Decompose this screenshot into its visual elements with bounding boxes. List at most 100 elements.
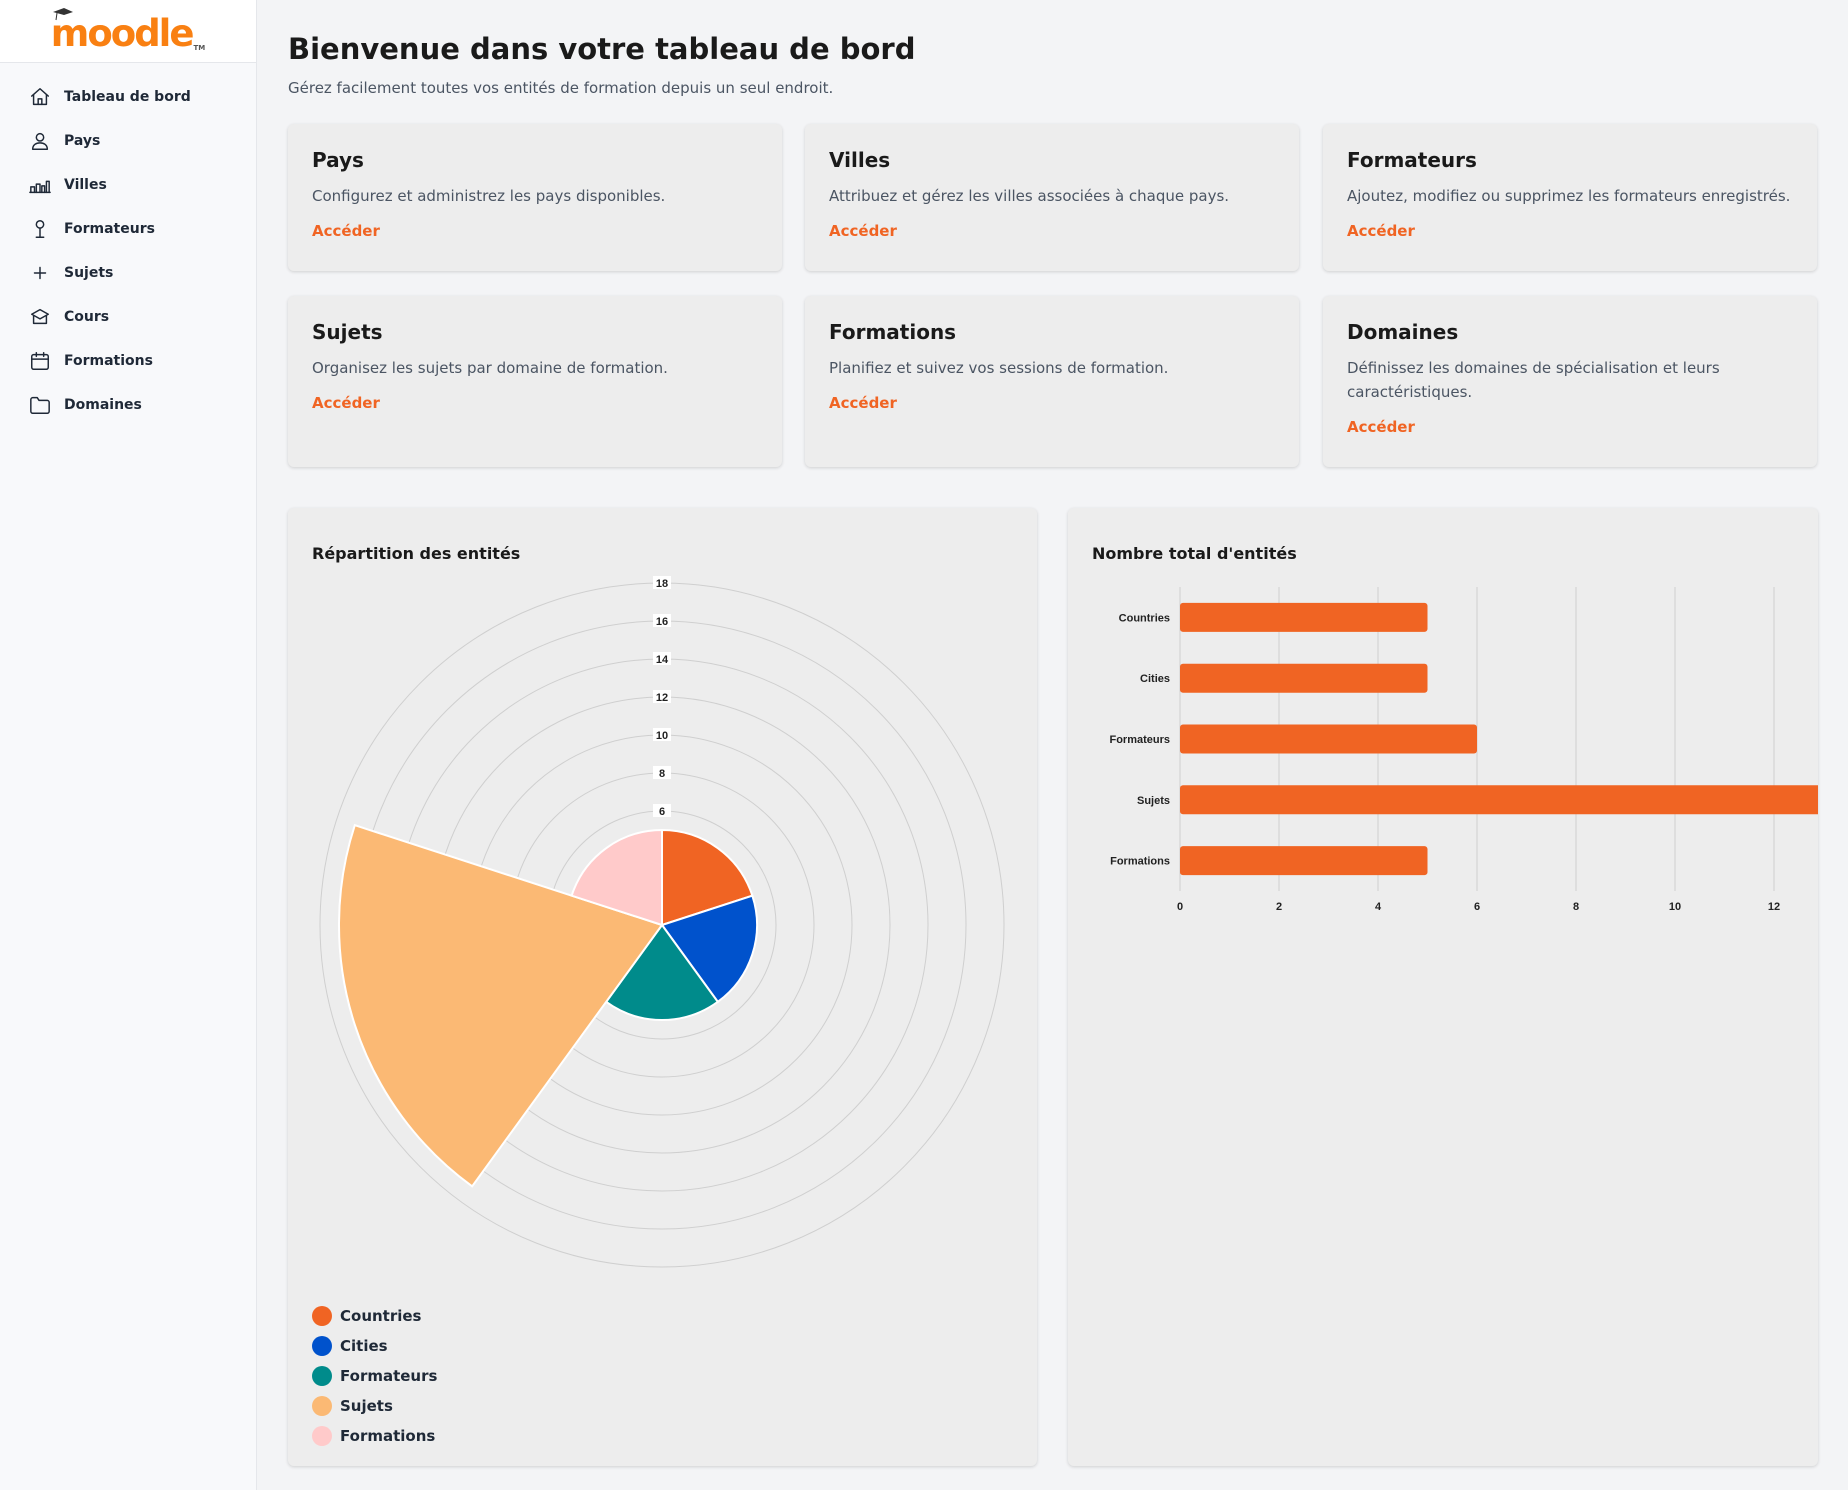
plus-icon — [28, 261, 52, 285]
legend-label: Formateurs — [340, 1367, 438, 1385]
card-title: Pays — [312, 148, 364, 172]
legend-item-formations[interactable]: Formations — [312, 1421, 437, 1451]
sidebar-item-villes[interactable]: Villes — [0, 163, 256, 207]
legend-label: Countries — [340, 1307, 422, 1325]
bar-y-category-label: Countries — [1119, 612, 1170, 624]
polar-tick-label: 6 — [659, 806, 665, 818]
card-domaines: Domaines Définissez les domaines de spéc… — [1323, 296, 1817, 467]
sidebar-item-sujets[interactable]: Sujets — [0, 251, 256, 295]
card-title: Villes — [829, 148, 891, 172]
calendar-icon — [28, 349, 52, 373]
sidebar-item-label: Cours — [64, 309, 110, 325]
legend-swatch — [312, 1396, 332, 1416]
bar-formateurs[interactable] — [1180, 724, 1477, 754]
polar-chart-panel: Répartition des entités 6 8 10 12 14 16 18 Cou… — [288, 508, 1037, 1466]
sidebar-item-label: Formations — [64, 353, 153, 369]
bar-chart-panel: Nombre total d'entités 024681012141618Co… — [1068, 508, 1818, 1466]
card-description: Organisez les sujets par domaine de form… — [312, 359, 668, 377]
logo-area: moodleTM — [0, 0, 256, 63]
sidebar-item-label: Formateurs — [64, 221, 155, 237]
bar-sujets[interactable] — [1180, 785, 1818, 815]
legend-item-formateurs[interactable]: Formateurs — [312, 1361, 437, 1391]
sidebar-item-label: Sujets — [64, 265, 114, 281]
sidebar-item-formations[interactable]: Formations — [0, 339, 256, 383]
sidebar-item-label: Tableau de bord — [64, 89, 191, 105]
page-title: Bienvenue dans votre tableau de bord — [288, 32, 916, 66]
card-formations: Formations Planifiez et suivez vos sessi… — [805, 296, 1299, 467]
legend-label: Cities — [340, 1337, 388, 1355]
card-description: Attribuez et gérez les villes associées … — [829, 187, 1230, 205]
folder-icon — [28, 393, 52, 417]
polar-tick-label: 12 — [656, 692, 668, 704]
user-icon — [28, 129, 52, 153]
sidebar-item-label: Pays — [64, 133, 101, 149]
bar-y-category-label: Formations — [1110, 856, 1170, 868]
horizontal-bar-chart: 024681012141618CountriesCitiesFormateurs… — [1109, 587, 1818, 913]
city-icon — [28, 173, 52, 197]
card-villes: Villes Attribuez et gérez les villes ass… — [805, 124, 1299, 271]
polar-tick-label: 10 — [656, 730, 668, 742]
card-description: Définissez les domaines de spécialisatio… — [1347, 359, 1720, 401]
moodle-logo[interactable]: moodleTM — [51, 7, 206, 52]
sidebar-item-domaines[interactable]: Domaines — [0, 383, 256, 427]
bar-x-tick-label: 10 — [1669, 901, 1681, 913]
bar-y-category-label: Sujets — [1137, 795, 1170, 807]
pin-icon — [28, 217, 52, 241]
card-title: Formateurs — [1347, 148, 1477, 172]
card-pays: Pays Configurez et administrez les pays … — [288, 124, 782, 271]
legend-swatch — [312, 1426, 332, 1446]
logo-tm: TM — [193, 43, 206, 52]
legend-swatch — [312, 1336, 332, 1356]
card-sujets: Sujets Organisez les sujets par domaine … — [288, 296, 782, 467]
sidebar-item-tableau-de-bord[interactable]: Tableau de bord — [0, 75, 256, 119]
card-description: Ajoutez, modifiez ou supprimez les forma… — [1347, 187, 1791, 205]
legend-item-countries[interactable]: Countries — [312, 1301, 437, 1331]
polar-chart-legend: Countries Cities Formateurs Sujets Formation… — [312, 1301, 437, 1451]
box-icon — [28, 305, 52, 329]
card-link-pays[interactable]: Accéder — [312, 222, 758, 240]
bar-x-tick-label: 0 — [1177, 901, 1183, 913]
legend-item-sujets[interactable]: Sujets — [312, 1391, 437, 1421]
sidebar: moodleTM Tableau de bord Pays Villes For… — [0, 0, 257, 1490]
sidebar-item-cours[interactable]: Cours — [0, 295, 256, 339]
card-link-domaines[interactable]: Accéder — [1347, 418, 1793, 436]
card-link-formations[interactable]: Accéder — [829, 394, 1275, 412]
bar-x-tick-label: 2 — [1276, 901, 1282, 913]
sidebar-item-label: Villes — [64, 177, 107, 193]
polar-tick-label: 8 — [659, 768, 665, 780]
bar-x-tick-label: 6 — [1474, 901, 1480, 913]
legend-label: Formations — [340, 1427, 436, 1445]
card-formateurs: Formateurs Ajoutez, modifiez ou supprime… — [1323, 124, 1817, 271]
card-title: Domaines — [1347, 320, 1459, 344]
bar-y-category-label: Formateurs — [1109, 734, 1170, 746]
sidebar-item-pays[interactable]: Pays — [0, 119, 256, 163]
card-link-sujets[interactable]: Accéder — [312, 394, 758, 412]
bar-x-tick-label: 4 — [1375, 901, 1382, 913]
legend-swatch — [312, 1366, 332, 1386]
bar-x-tick-label: 12 — [1768, 901, 1780, 913]
legend-swatch — [312, 1306, 332, 1326]
bar-formations[interactable] — [1180, 846, 1428, 876]
bar-cities[interactable] — [1180, 663, 1428, 693]
bar-countries[interactable] — [1180, 602, 1428, 632]
bar-y-category-label: Cities — [1140, 673, 1170, 685]
graduation-cap-icon — [52, 7, 73, 20]
sidebar-item-label: Domaines — [64, 397, 142, 413]
legend-item-cities[interactable]: Cities — [312, 1331, 437, 1361]
bar-x-tick-label: 8 — [1573, 901, 1579, 913]
home-icon — [28, 85, 52, 109]
card-title: Sujets — [312, 320, 383, 344]
card-title: Formations — [829, 320, 957, 344]
card-description: Planifiez et suivez vos sessions de form… — [829, 359, 1169, 377]
card-link-villes[interactable]: Accéder — [829, 222, 1275, 240]
legend-label: Sujets — [340, 1397, 393, 1415]
page-subtitle: Gérez facilement toutes vos entités de f… — [288, 79, 834, 97]
polar-tick-label: 14 — [656, 654, 669, 666]
card-description: Configurez et administrez les pays dispo… — [312, 187, 666, 205]
sidebar-item-formateurs[interactable]: Formateurs — [0, 207, 256, 251]
polar-area-chart: 6 8 10 12 14 16 18 — [319, 576, 1005, 1268]
polar-tick-label: 16 — [656, 616, 668, 628]
card-link-formateurs[interactable]: Accéder — [1347, 222, 1793, 240]
polar-tick-label: 18 — [656, 578, 668, 590]
sidebar-nav: Tableau de bord Pays Villes Formateurs S… — [0, 75, 256, 427]
